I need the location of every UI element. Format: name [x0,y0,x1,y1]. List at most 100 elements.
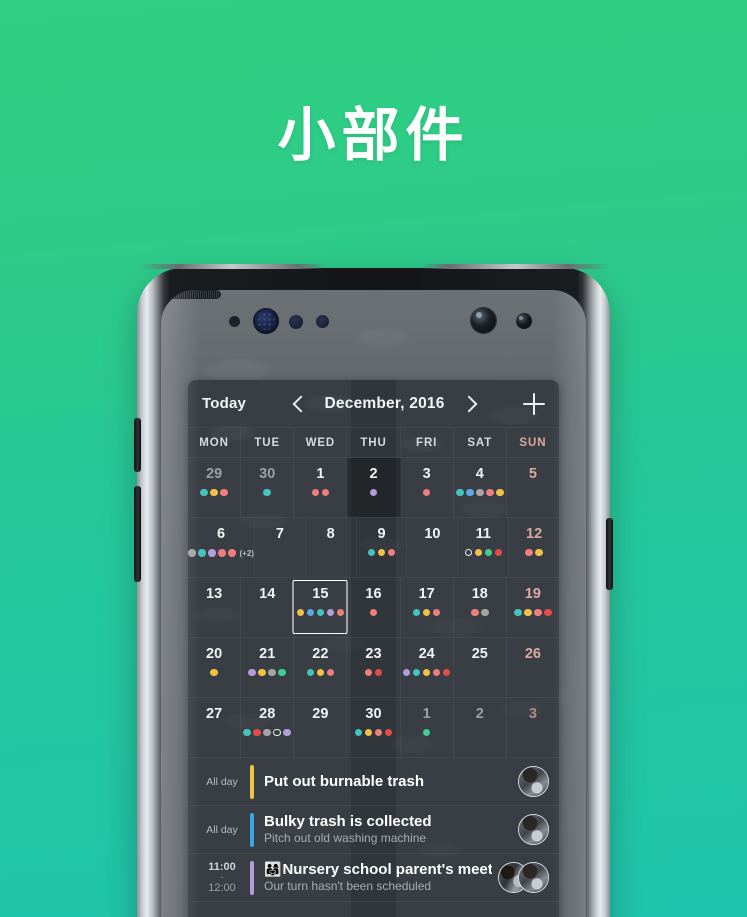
calendar-day-cell[interactable]: 20 [188,638,242,697]
event-subtitle: Pitch out old washing machine [264,831,427,846]
bixby-button[interactable] [134,418,141,472]
day-number: 17 [418,586,435,602]
event-time: 11:00-12:00 [200,861,244,894]
day-number: 13 [206,586,223,602]
calendar-day-cell[interactable]: 21 [241,638,295,697]
today-button[interactable]: Today [202,395,246,412]
avatar[interactable] [518,862,549,893]
calendar-day-cell[interactable]: 29 [188,458,242,517]
event-dot [296,608,305,616]
calendar-day-cell[interactable]: 28 [241,698,295,757]
calendar-day-cell[interactable]: 8 [306,518,357,577]
avatar-photo [519,815,548,844]
calendar-day-cell[interactable]: 1 [294,458,348,517]
day-number: 30 [259,466,276,482]
day-number: 27 [206,706,223,722]
calendar-day-cell[interactable]: 13 [188,578,242,637]
event-dot [474,548,482,556]
event-dot [336,608,345,616]
calendar-week-row: 27 28 29 30 1 2 3 [188,698,559,758]
avatar[interactable] [518,814,549,845]
calendar-day-cell[interactable]: 3 [401,458,454,517]
calendar-day-cell[interactable]: 18 [454,578,507,637]
event-list-item[interactable]: All day Bulky trash is collected Pitch out… [188,806,559,854]
calendar-day-cell[interactable]: 19 [507,578,559,637]
calendar-day-cell[interactable]: 17 [401,578,454,637]
calendar-day-cell[interactable]: 3 [507,698,559,757]
event-body: Bulky trash is collected Pitch out old wa… [264,813,512,846]
calendar-day-cell[interactable]: 6 (+2) [188,518,255,577]
day-number: 29 [312,706,329,722]
event-dot-group [525,548,543,556]
phone-antenna-seam [137,264,610,269]
day-number: 20 [206,646,223,662]
calendar-day-cell[interactable]: 27 [188,698,242,757]
day-number: 4 [475,466,484,482]
day-number: 9 [377,526,386,542]
event-time-separator: - [220,872,224,883]
calendar-day-cell[interactable]: 23 [347,638,401,697]
calendar-day-cell[interactable]: 11 [458,518,510,577]
event-dot [243,728,251,736]
day-number: 11 [475,526,491,542]
day-number: 1 [316,466,325,482]
event-dot [486,488,494,496]
day-number: 16 [365,586,382,602]
calendar-day-cell[interactable]: 24 [401,638,454,697]
event-dot [218,549,226,557]
calendar-week-row: 20 21 22 23 24 25 26 [188,638,559,698]
event-dot [326,608,335,616]
calendar-day-cell[interactable]: 9 [357,518,408,577]
power-button[interactable] [606,518,613,590]
calendar-day-cell[interactable]: 30 [241,458,295,517]
event-dot [422,608,431,616]
calendar-day-cell[interactable]: 16 [347,578,401,637]
event-dot [432,668,441,676]
volume-button[interactable] [134,486,141,582]
event-dot [311,488,320,496]
day-number: 12 [526,526,543,542]
event-dot [278,668,286,676]
phone-screen: Today December, 2016 MON TUE WED THU FRI SAT S… [161,290,586,917]
event-dot [481,608,489,616]
calendar-day-cell[interactable]: 2 [454,698,507,757]
day-number: 22 [312,646,329,662]
event-time: All day [200,772,244,790]
event-dot [496,488,504,496]
light-sensor-icon [316,315,329,328]
calendar-day-cell[interactable]: 25 [454,638,507,697]
calendar-day-cell[interactable]: 10 [407,518,459,577]
event-title: 👨‍👩‍👧Nursery school parent's meeting [264,861,492,878]
event-dot [258,668,266,676]
calendar-day-cell[interactable]: 4 [454,458,507,517]
event-dot-group [354,728,393,736]
event-title: Bulky trash is collected [264,813,512,830]
calendar-week-row: 29 30 1 2 3 4 5 [188,458,559,518]
event-dot [374,728,383,736]
event-dot [306,608,315,616]
calendar-day-cell[interactable]: 22 [294,638,348,697]
calendar-day-cell[interactable]: 2 [347,458,401,517]
avatar[interactable] [518,766,549,797]
calendar-day-cell[interactable]: 14 [241,578,295,637]
calendar-day-cell[interactable]: 12 [509,518,559,577]
calendar-day-cell[interactable]: 5 [507,458,559,517]
calendar-day-cell[interactable]: 29 [294,698,348,757]
calendar-day-cell[interactable]: 1 [401,698,454,757]
calendar-day-cell[interactable]: 26 [507,638,559,697]
event-list-item[interactable]: All day Put out burnable trash [188,758,559,806]
calendar-widget[interactable]: Today December, 2016 MON TUE WED THU FRI SAT S… [188,380,559,917]
add-event-button[interactable] [523,392,545,415]
event-list-item[interactable]: 11:00-12:00 👨‍👩‍👧Nursery school parent's … [188,854,559,902]
calendar-day-cell[interactable]: 7 [255,518,306,577]
event-dot [248,668,256,676]
day-number: 14 [259,586,276,602]
calendar-day-cell[interactable]: 15 [292,578,348,637]
widget-header: Today December, 2016 [188,380,559,427]
weekday-label-wed: WED [294,428,348,457]
day-number: 30 [365,706,382,722]
calendar-day-cell[interactable]: 30 [347,698,401,757]
chevron-right-icon[interactable] [460,395,478,412]
event-dot-group [471,608,489,616]
chevron-left-icon[interactable] [292,395,310,412]
